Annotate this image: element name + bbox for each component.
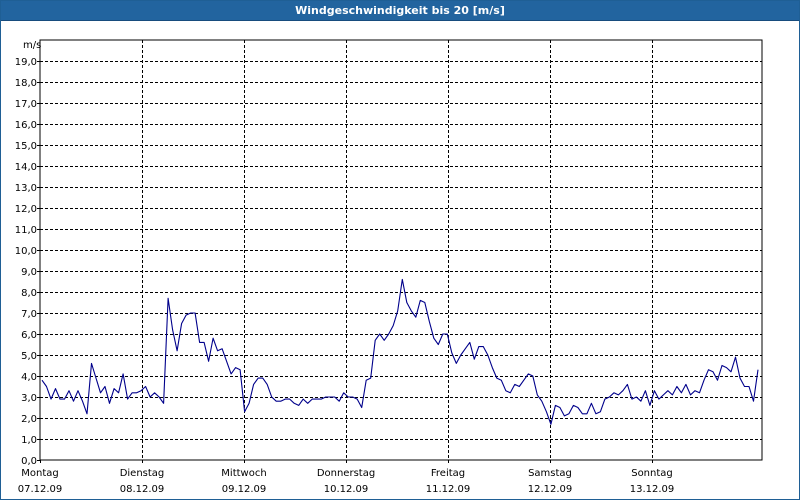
x-tick-label-date: 10.12.09 bbox=[324, 484, 369, 495]
y-tick-label: 9,0 bbox=[21, 267, 37, 278]
x-tick-label-date: 12.12.09 bbox=[528, 484, 573, 495]
x-tick-label-day: Freitag bbox=[431, 468, 465, 479]
y-tick-label: 3,0 bbox=[21, 393, 37, 404]
wind-speed-series-line bbox=[41, 278, 759, 425]
x-tick-label-date: 08.12.09 bbox=[120, 484, 165, 495]
y-tick-label: 19,0 bbox=[15, 57, 37, 68]
y-tick-label: 8,0 bbox=[21, 288, 37, 299]
y-tick-label: 4,0 bbox=[21, 372, 37, 383]
y-tick-label: 10,0 bbox=[15, 246, 37, 257]
y-tick-label: 0,0 bbox=[21, 456, 37, 467]
y-tick-label: 14,0 bbox=[15, 162, 37, 173]
x-tick-label-date: 09.12.09 bbox=[222, 484, 267, 495]
y-tick-label: 5,0 bbox=[21, 351, 37, 362]
x-tick-label-day: Sonntag bbox=[631, 468, 673, 479]
y-tick-label: 16,0 bbox=[15, 120, 37, 131]
x-tick-label-date: 07.12.09 bbox=[18, 484, 63, 495]
y-tick-label: 11,0 bbox=[15, 225, 37, 236]
x-tick-label-day: Donnerstag bbox=[317, 468, 375, 479]
grid bbox=[40, 40, 762, 460]
x-tick-label-date: 13.12.09 bbox=[630, 484, 675, 495]
x-tick-label-day: Mittwoch bbox=[221, 468, 266, 479]
x-axis-ticks: Montag 07.12.09 Dienstag 08.12.09 Mittwoch 09… bbox=[18, 460, 675, 495]
y-tick-label: 12,0 bbox=[15, 204, 37, 215]
y-tick-label: 17,0 bbox=[15, 99, 37, 110]
y-tick-label: 2,0 bbox=[21, 414, 37, 425]
y-tick-label: 1,0 bbox=[21, 435, 37, 446]
y-tick-label: 18,0 bbox=[15, 78, 37, 89]
x-tick-label-day: Montag bbox=[21, 468, 58, 479]
y-tick-label: 13,0 bbox=[15, 183, 37, 194]
y-tick-label: 7,0 bbox=[21, 309, 37, 320]
series-layer bbox=[41, 278, 759, 425]
x-tick-label-day: Dienstag bbox=[120, 468, 165, 479]
y-axis-ticks: 0,0 1,0 2,0 3,0 4,0 5,0 6,0 7,0 8,0 9,0 10,0 11,0 12… bbox=[15, 57, 40, 467]
y-tick-label: 6,0 bbox=[21, 330, 37, 341]
y-axis-unit: m/s bbox=[23, 40, 41, 51]
x-tick-label-day: Samstag bbox=[528, 468, 572, 479]
wind-speed-chart: m/s 0,0 1,0 2,0 3,0 4,0 5,0 6,0 7,0 8,0 9,0 10,0 11… bbox=[15, 39, 763, 495]
y-tick-label: 15,0 bbox=[15, 141, 37, 152]
x-tick-label-date: 11.12.09 bbox=[426, 484, 471, 495]
